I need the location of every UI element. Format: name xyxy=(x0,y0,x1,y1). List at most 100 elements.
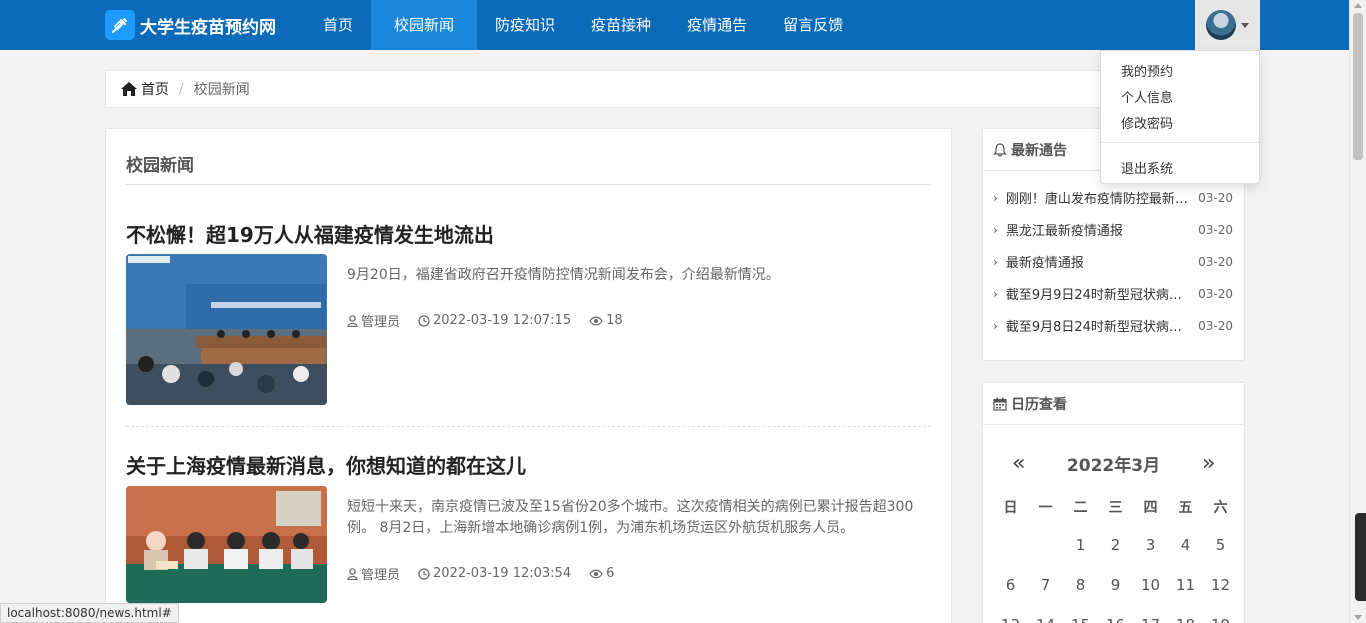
calendar-day[interactable]: 14 xyxy=(1028,616,1063,623)
calendar-day[interactable] xyxy=(993,536,1028,554)
calendar-day[interactable]: 13 xyxy=(993,616,1028,623)
menu-change-password[interactable]: 修改密码 xyxy=(1121,113,1173,132)
notice-date: 03-20 xyxy=(1198,254,1233,269)
chevron-right-icon: › xyxy=(993,254,998,269)
calendar-day[interactable] xyxy=(1028,536,1063,554)
scroll-up-arrow-icon[interactable] xyxy=(1354,3,1362,8)
eye-icon xyxy=(589,316,603,325)
breadcrumb: 首页 / 校园新闻 xyxy=(105,70,1245,108)
user-menu-button[interactable] xyxy=(1195,0,1260,50)
weekday: 四 xyxy=(1143,500,1158,516)
article-meta: 管理员 2022-03-19 12:07:15 18 xyxy=(347,311,641,330)
view-count: 18 xyxy=(589,313,623,328)
calendar-week-row: 13 14 15 16 17 18 19 xyxy=(993,616,1238,623)
calendar-day[interactable]: 3 xyxy=(1133,536,1168,554)
calendar-day[interactable]: 8 xyxy=(1063,576,1098,594)
weekday: 三 xyxy=(1108,500,1123,516)
user-icon xyxy=(347,567,358,580)
calendar-day[interactable]: 10 xyxy=(1133,576,1168,594)
nav-epidemic-notices[interactable]: 疫情通告 xyxy=(669,0,765,50)
calendar-day[interactable]: 18 xyxy=(1168,616,1203,623)
weekday: 日 xyxy=(1003,500,1018,516)
calendar-day[interactable]: 5 xyxy=(1203,536,1238,554)
calendar-icon xyxy=(993,397,1007,411)
chevron-right-icon: › xyxy=(993,190,998,205)
notice-date: 03-20 xyxy=(1198,286,1233,301)
nav-vaccination[interactable]: 疫苗接种 xyxy=(573,0,669,50)
article-title[interactable]: 关于上海疫情最新消息，你想知道的都在这儿 xyxy=(126,450,526,479)
calendar-week-row: 6 7 8 9 10 11 12 xyxy=(993,576,1238,594)
calendar-day[interactable]: 16 xyxy=(1098,616,1133,623)
notice-item[interactable]: › 截至9月8日24时新型冠状病毒肺炎疫情最新情况 03-20 xyxy=(993,316,1233,336)
calendar-day[interactable]: 6 xyxy=(993,576,1028,594)
nav-home[interactable]: 首页 xyxy=(305,0,371,50)
notice-item[interactable]: › 截至9月9日24时新型冠状病毒肺炎疫情最新情况 03-20 xyxy=(993,284,1233,304)
breadcrumb-separator: / xyxy=(179,81,184,97)
panel-title: 校园新闻 xyxy=(126,156,194,176)
clock-icon xyxy=(418,567,430,580)
publish-time: 2022-03-19 12:07:15 xyxy=(418,313,571,328)
calendar-day[interactable]: 4 xyxy=(1168,536,1203,554)
chevron-right-icon: › xyxy=(993,286,998,301)
menu-my-appointments[interactable]: 我的预约 xyxy=(1121,61,1173,80)
menu-logout[interactable]: 退出系统 xyxy=(1121,158,1173,177)
menu-profile[interactable]: 个人信息 xyxy=(1121,87,1173,106)
calendar-panel: 日历查看 2022年3月 « » 日 一 二 三 四 五 六 1 2 3 4 5… xyxy=(982,382,1245,623)
scrollbar-thumb[interactable] xyxy=(1353,13,1363,160)
nav-prevention-knowledge[interactable]: 防疫知识 xyxy=(477,0,573,50)
notice-item[interactable]: › 刚刚！唐山发布疫情防控最新通告 03-20 xyxy=(993,188,1233,208)
calendar-weekdays: 日 一 二 三 四 五 六 xyxy=(993,497,1238,517)
scroll-down-arrow-icon[interactable] xyxy=(1354,615,1362,620)
calendar-day[interactable]: 15 xyxy=(1063,616,1098,623)
calendar-day[interactable]: 9 xyxy=(1098,576,1133,594)
calendar-header: 日历查看 xyxy=(983,383,1244,425)
article-meta: 管理员 2022-03-19 12:03:54 6 xyxy=(347,564,632,583)
calendar-day[interactable]: 19 xyxy=(1203,616,1238,623)
syringe-icon xyxy=(105,10,135,40)
notice-item[interactable]: › 黑龙江最新疫情通报 03-20 xyxy=(993,220,1233,240)
notice-item[interactable]: › 最新疫情通报 03-20 xyxy=(993,252,1233,272)
top-navbar: 大学生疫苗预约网 首页 校园新闻 防疫知识 疫苗接种 疫情通告 留言反馈 xyxy=(0,0,1349,50)
chevron-right-icon: › xyxy=(993,222,998,237)
calendar-title: 日历查看 xyxy=(1011,396,1067,413)
author: 管理员 xyxy=(347,311,400,330)
calendar-day[interactable]: 7 xyxy=(1028,576,1063,594)
calendar-day[interactable]: 1 xyxy=(1063,536,1098,554)
article-thumbnail[interactable] xyxy=(126,486,327,603)
author-name: 管理员 xyxy=(361,568,401,583)
breadcrumb-home-label: 首页 xyxy=(141,82,169,98)
nav-feedback[interactable]: 留言反馈 xyxy=(765,0,861,50)
weekday: 一 xyxy=(1038,500,1053,516)
caret-down-icon xyxy=(1241,22,1249,28)
calendar-day[interactable]: 11 xyxy=(1168,576,1203,594)
notice-date: 03-20 xyxy=(1198,222,1233,237)
author-name: 管理员 xyxy=(361,315,401,330)
article-thumbnail[interactable] xyxy=(126,254,327,405)
calendar-week-row: 1 2 3 4 5 xyxy=(993,536,1238,554)
notice-title: 最新疫情通报 xyxy=(1005,256,1084,271)
notice-date: 03-20 xyxy=(1198,190,1233,205)
article-summary: 9月20日，福建省政府召开疫情防控情况新闻发布会，介绍最新情况。 xyxy=(347,267,780,283)
bell-icon xyxy=(993,142,1007,157)
calendar-day[interactable]: 2 xyxy=(1098,536,1133,554)
calendar-prev-button[interactable]: « xyxy=(1012,451,1025,476)
view-count: 6 xyxy=(589,566,614,581)
nav-campus-news[interactable]: 校园新闻 xyxy=(371,0,478,50)
article-divider xyxy=(126,426,931,427)
article-title[interactable]: 不松懈！超19万人从福建疫情发生地流出 xyxy=(126,219,494,248)
notice-title: 刚刚！唐山发布疫情防控最新通告 xyxy=(1005,192,1191,207)
brand[interactable]: 大学生疫苗预约网 xyxy=(105,10,276,40)
user-icon xyxy=(347,314,358,327)
calendar-day[interactable]: 12 xyxy=(1203,576,1238,594)
status-url: localhost:8080/news.html# xyxy=(0,603,179,623)
edge-widget[interactable] xyxy=(1355,513,1366,601)
calendar-next-button[interactable]: » xyxy=(1202,451,1215,476)
avatar xyxy=(1206,10,1236,40)
weekday: 二 xyxy=(1073,500,1088,516)
publish-time: 2022-03-19 12:03:54 xyxy=(418,566,571,581)
news-panel: 校园新闻 不松懈！超19万人从福建疫情发生地流出 9月20日，福建省政府召开疫情… xyxy=(105,128,952,623)
brand-title: 大学生疫苗预约网 xyxy=(140,17,276,38)
eye-icon xyxy=(589,569,603,578)
breadcrumb-home[interactable]: 首页 xyxy=(121,79,169,99)
calendar-day[interactable]: 17 xyxy=(1133,616,1168,623)
